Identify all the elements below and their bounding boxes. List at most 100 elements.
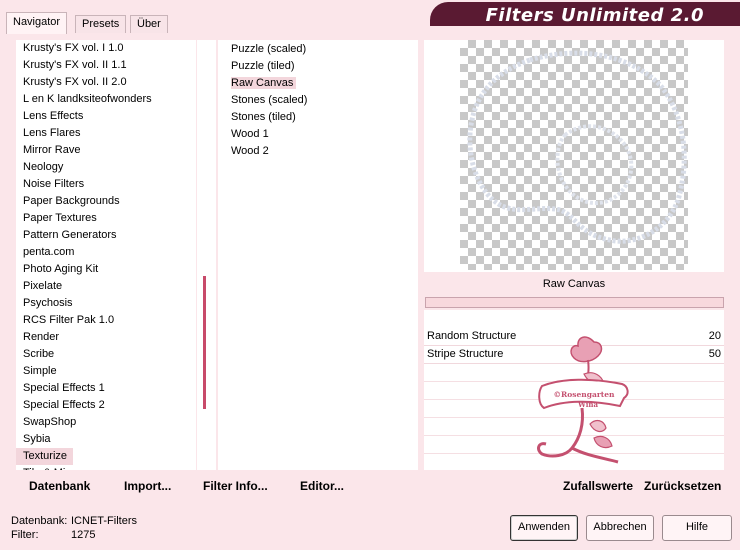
watermark-text-2: Wina <box>577 400 598 409</box>
filter-item[interactable]: Puzzle (tiled) <box>218 58 418 75</box>
category-scroll-thumb[interactable] <box>203 276 206 409</box>
param-label: Stripe Structure <box>427 348 504 360</box>
preview-texture-shape <box>467 50 687 244</box>
category-items: Krusty's FX vol. I 1.0 Krusty's FX vol. I… <box>16 40 196 470</box>
category-item[interactable]: Psychosis <box>16 295 196 312</box>
filter-item-label: Raw Canvas <box>231 77 297 89</box>
category-item[interactable]: Noise Filters <box>16 176 196 193</box>
category-item[interactable]: Special Effects 2 <box>16 397 196 414</box>
category-item-label: Lens Flares <box>23 127 81 139</box>
category-item-label: Special Effects 2 <box>23 399 105 411</box>
category-item[interactable]: Scribe <box>16 346 196 363</box>
category-item[interactable]: Mirror Rave <box>16 142 196 159</box>
category-item-label: Paper Textures <box>23 212 97 224</box>
category-item[interactable]: Special Effects 1 <box>16 380 196 397</box>
filter-item-label: Puzzle (scaled) <box>231 43 307 55</box>
category-item[interactable]: Krusty's FX vol. II 2.0 <box>16 74 196 91</box>
filter-item[interactable]: Raw Canvas <box>218 75 418 92</box>
category-item[interactable]: Simple <box>16 363 196 380</box>
category-item-label: Paper Backgrounds <box>23 195 120 207</box>
category-item[interactable]: SwapShop <box>16 414 196 431</box>
category-item[interactable]: L en K landksiteofwonders <box>16 91 196 108</box>
watermark-text-1: ©Rosengarten <box>554 390 615 399</box>
import-button[interactable]: Import... <box>124 478 171 494</box>
status-filter-label: Filter: <box>11 529 39 541</box>
category-item-label: Render <box>23 331 60 343</box>
category-item-label: Pixelate <box>23 280 63 292</box>
param-label: Random Structure <box>427 330 517 342</box>
parameter-panel: Random Structure 20 Stripe Structure 50 … <box>424 310 724 470</box>
category-item-label: Texturize <box>16 448 74 465</box>
category-item-label: SwapShop <box>23 416 77 428</box>
editor-button[interactable]: Editor... <box>300 478 344 494</box>
category-item[interactable]: penta.com <box>16 244 196 261</box>
tab-about[interactable]: Über <box>130 15 168 33</box>
status-database: Datenbank: ICNET-Filters <box>11 515 137 527</box>
reset-button[interactable]: Zurücksetzen <box>644 478 721 494</box>
category-item[interactable]: Tile & Mirror <box>16 465 196 470</box>
category-item-label: Special Effects 1 <box>23 382 105 394</box>
title-bar: Filters Unlimited 2.0 <box>430 2 740 26</box>
param-value: 50 <box>708 348 721 360</box>
category-item[interactable]: Paper Textures <box>16 210 196 227</box>
status-filter-value: 1275 <box>71 529 96 541</box>
category-item-label: Krusty's FX vol. II 2.0 <box>23 76 127 88</box>
category-item-label: Sybia <box>23 433 51 445</box>
filter-item[interactable]: Puzzle (scaled) <box>218 41 418 58</box>
filter-info-button[interactable]: Filter Info... <box>203 478 268 494</box>
category-item[interactable]: Sybia <box>16 431 196 448</box>
category-item-label: Mirror Rave <box>23 144 81 156</box>
category-item[interactable]: Lens Effects <box>16 108 196 125</box>
progress-bar <box>425 297 724 308</box>
apply-button[interactable]: Anwenden <box>510 515 578 541</box>
category-item[interactable]: Neology <box>16 159 196 176</box>
random-values-button[interactable]: Zufallswerte <box>563 478 633 494</box>
category-item[interactable]: Pattern Generators <box>16 227 196 244</box>
filter-item[interactable]: Wood 2 <box>218 143 418 160</box>
filter-item-label: Puzzle (tiled) <box>231 60 295 72</box>
category-item-label: Photo Aging Kit <box>23 263 99 275</box>
category-item-label: Tile & Mirror <box>16 465 196 470</box>
filter-item-label: Wood 2 <box>231 145 269 157</box>
filter-item[interactable]: Stones (scaled) <box>218 92 418 109</box>
filter-item-label: Wood 1 <box>231 128 269 140</box>
category-item-label: Noise Filters <box>23 178 85 190</box>
category-list[interactable]: Krusty's FX vol. I 1.0 Krusty's FX vol. I… <box>16 40 196 470</box>
param-value: 20 <box>708 330 721 342</box>
filter-item-label: Stones (scaled) <box>231 94 308 106</box>
status-database-value: ICNET-Filters <box>71 515 137 527</box>
status-filter: Filter: 1275 <box>11 529 95 541</box>
category-item-label: Pattern Generators <box>23 229 117 241</box>
help-button[interactable]: Hilfe <box>662 515 732 541</box>
watermark-logo: ©Rosengarten Wina <box>537 336 629 464</box>
tab-presets[interactable]: Presets <box>75 15 127 33</box>
category-item[interactable]: Render <box>16 329 196 346</box>
category-item[interactable]: Pixelate <box>16 278 196 295</box>
category-item-label: Scribe <box>23 348 55 360</box>
category-item[interactable]: Photo Aging Kit <box>16 261 196 278</box>
category-item-label: Krusty's FX vol. II 1.1 <box>23 59 127 71</box>
database-button[interactable]: Datenbank <box>29 478 90 494</box>
app-title: Filters Unlimited 2.0 <box>485 5 704 26</box>
filter-list[interactable]: Puzzle (scaled) Puzzle (tiled) Raw Canvas S… <box>218 40 418 470</box>
tab-navigator[interactable]: Navigator <box>6 12 68 34</box>
category-item[interactable]: Krusty's FX vol. II 1.1 <box>16 57 196 74</box>
filter-item[interactable]: Wood 1 <box>218 126 418 143</box>
preview-image <box>460 40 688 270</box>
category-item-label: Lens Effects <box>23 110 84 122</box>
category-item[interactable]: Paper Backgrounds <box>16 193 196 210</box>
category-item[interactable]: Texturize <box>16 448 196 465</box>
status-database-label: Datenbank: <box>11 515 68 527</box>
filter-item[interactable]: Stones (tiled) <box>218 109 418 126</box>
category-item-label: Psychosis <box>23 297 73 309</box>
category-item[interactable]: Lens Flares <box>16 125 196 142</box>
cancel-button[interactable]: Abbrechen <box>586 515 654 541</box>
category-item-label: Neology <box>23 161 64 173</box>
category-item-label: Krusty's FX vol. I 1.0 <box>23 42 124 54</box>
preview-filter-name: Raw Canvas <box>424 275 724 294</box>
category-item-label: L en K landksiteofwonders <box>23 93 152 105</box>
category-item[interactable]: RCS Filter Pak 1.0 <box>16 312 196 329</box>
category-scrollbar[interactable] <box>197 40 216 470</box>
category-item[interactable]: Krusty's FX vol. I 1.0 <box>16 40 196 57</box>
category-item-label: Simple <box>23 365 57 377</box>
